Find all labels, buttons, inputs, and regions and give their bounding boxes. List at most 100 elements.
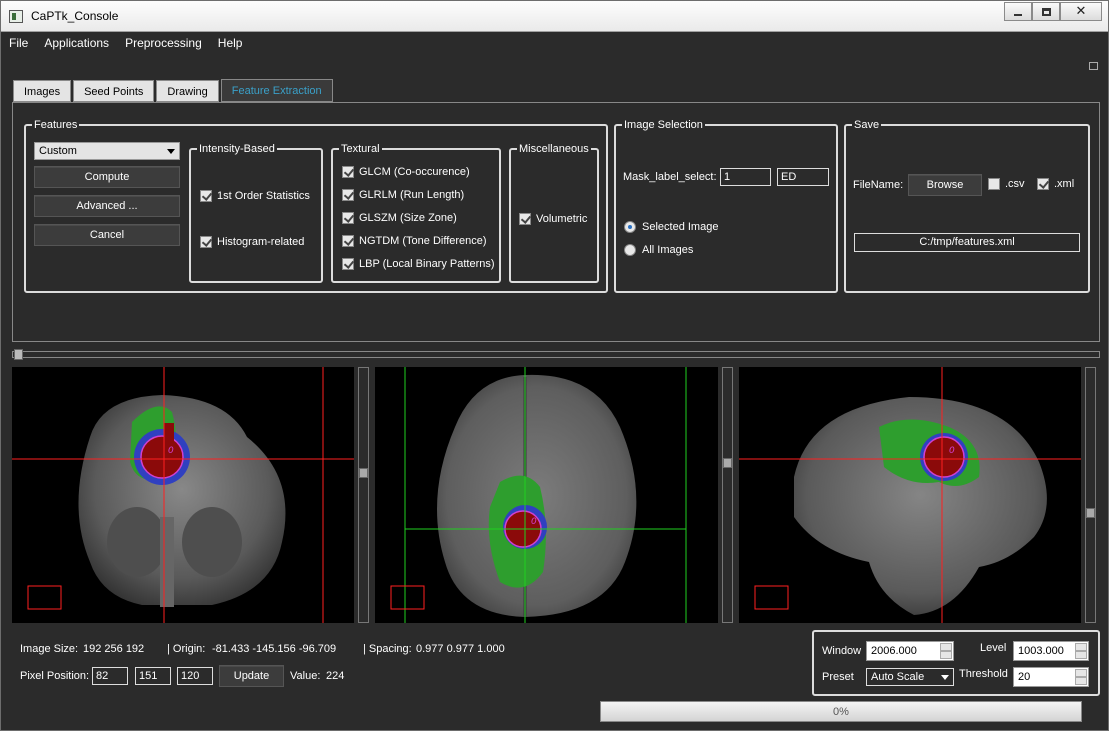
save-path-field[interactable]: C:/tmp/features.xml xyxy=(854,233,1080,252)
first-order-checkbox[interactable]: 1st Order Statistics xyxy=(200,190,310,202)
radio-label: All Images xyxy=(642,244,694,256)
lbp-checkbox[interactable]: LBP (Local Binary Patterns) xyxy=(342,258,495,270)
glrlm-checkbox[interactable]: GLRLM (Run Length) xyxy=(342,189,464,201)
minimize-icon xyxy=(1014,13,1022,16)
advanced-button[interactable]: Advanced ... xyxy=(34,195,180,217)
feature-extraction-panel: Features Custom Compute Advanced ... Can… xyxy=(12,102,1100,342)
undock-icon[interactable] xyxy=(1089,62,1098,70)
axial-viewer[interactable]: 0 xyxy=(375,367,718,623)
checkbox-label: .xml xyxy=(1054,178,1075,190)
window-spinbox[interactable]: 2006.000 xyxy=(866,641,954,661)
checkbox-icon xyxy=(342,258,354,270)
update-button[interactable]: Update xyxy=(219,665,284,687)
checkbox-label: .csv xyxy=(1005,178,1025,190)
slice-slider-handle[interactable] xyxy=(14,349,23,360)
compute-button[interactable]: Compute xyxy=(34,166,180,188)
textural-group-title: Textural xyxy=(339,142,382,156)
coronal-image: 0 xyxy=(12,367,354,623)
mask-value-field[interactable]: 1 xyxy=(720,168,771,186)
glszm-checkbox[interactable]: GLSZM (Size Zone) xyxy=(342,212,457,224)
app-window: CaPTk_Console ✕ File Applications Prepro… xyxy=(0,0,1109,731)
maximize-button[interactable] xyxy=(1032,2,1060,21)
selected-image-radio[interactable]: Selected Image xyxy=(624,221,718,233)
checkbox-label: GLSZM (Size Zone) xyxy=(359,212,457,224)
value-label: Value: xyxy=(290,670,321,682)
ngtdm-checkbox[interactable]: NGTDM (Tone Difference) xyxy=(342,235,487,247)
spin-up-icon[interactable] xyxy=(1075,643,1087,651)
mask-label: Mask_label_select: xyxy=(623,171,717,183)
pixel-x-field[interactable]: 82 xyxy=(92,667,128,685)
menu-help[interactable]: Help xyxy=(210,32,251,54)
maximize-icon xyxy=(1041,7,1051,16)
close-button[interactable]: ✕ xyxy=(1060,2,1102,21)
xml-checkbox[interactable]: .xml xyxy=(1037,178,1074,190)
scroll-handle[interactable] xyxy=(359,468,368,478)
browse-button[interactable]: Browse xyxy=(908,174,982,196)
intensity-group: Intensity-Based 1st Order Statistics His… xyxy=(189,142,323,283)
svg-text:0: 0 xyxy=(531,517,537,527)
preset-label: Preset xyxy=(822,671,854,683)
value-value: 224 xyxy=(326,670,345,682)
threshold-label: Threshold xyxy=(959,668,1008,680)
threshold-spinbox[interactable]: 20 xyxy=(1013,667,1089,687)
textural-group: Textural GLCM (Co-occurence) GLRLM (Run … xyxy=(331,142,501,283)
misc-group-title: Miscellaneous xyxy=(517,142,591,156)
scroll-handle[interactable] xyxy=(1086,508,1095,518)
level-spinbox[interactable]: 1003.000 xyxy=(1013,641,1089,661)
menu-applications[interactable]: Applications xyxy=(36,32,117,54)
mask-name-field[interactable]: ED xyxy=(777,168,829,186)
sagittal-scrollbar[interactable] xyxy=(1085,367,1096,623)
pixel-position-label: Pixel Position: xyxy=(20,670,90,682)
checkbox-label: 1st Order Statistics xyxy=(217,190,310,202)
level-value: 1003.000 xyxy=(1018,645,1064,657)
csv-checkbox[interactable]: .csv xyxy=(988,178,1025,190)
slice-slider-track[interactable] xyxy=(12,351,1100,358)
histogram-checkbox[interactable]: Histogram-related xyxy=(200,236,304,248)
checkbox-label: LBP (Local Binary Patterns) xyxy=(359,258,495,270)
spin-down-icon[interactable] xyxy=(1075,677,1087,685)
cancel-button[interactable]: Cancel xyxy=(34,224,180,246)
menu-file[interactable]: File xyxy=(1,32,36,54)
tab-images[interactable]: Images xyxy=(13,80,72,102)
sagittal-image: 0 xyxy=(739,367,1081,623)
spin-down-icon[interactable] xyxy=(1075,651,1087,659)
chevron-down-icon xyxy=(941,675,949,680)
origin-value: -81.433 -145.156 -96.709 xyxy=(212,643,337,655)
radio-icon xyxy=(624,244,636,256)
tab-drawing[interactable]: Drawing xyxy=(156,80,219,102)
tab-bar: Images Seed Points Drawing Feature Extra… xyxy=(13,79,335,102)
coronal-viewer[interactable]: 0 xyxy=(12,367,354,623)
window-level-panel: Window 2006.000 Level 1003.000 Preset Au… xyxy=(812,630,1100,696)
feature-preset-value: Custom xyxy=(39,145,77,157)
spin-up-icon[interactable] xyxy=(940,643,952,651)
menu-preprocessing[interactable]: Preprocessing xyxy=(117,32,210,54)
close-icon: ✕ xyxy=(1075,4,1087,19)
spin-down-icon[interactable] xyxy=(940,651,952,659)
threshold-value: 20 xyxy=(1018,671,1031,683)
tab-seed-points[interactable]: Seed Points xyxy=(73,80,155,102)
sagittal-viewer[interactable]: 0 xyxy=(739,367,1081,623)
pixel-z-field[interactable]: 120 xyxy=(177,667,213,685)
feature-preset-select[interactable]: Custom xyxy=(34,142,180,160)
checkbox-label: GLRLM (Run Length) xyxy=(359,189,465,201)
minimize-button[interactable] xyxy=(1004,2,1032,21)
spin-up-icon[interactable] xyxy=(1075,669,1087,677)
pixel-y-field[interactable]: 151 xyxy=(135,667,171,685)
axial-image: 0 xyxy=(390,367,687,623)
all-images-radio[interactable]: All Images xyxy=(624,244,693,256)
volumetric-checkbox[interactable]: Volumetric xyxy=(519,213,587,225)
coronal-scrollbar[interactable] xyxy=(358,367,369,623)
preset-select[interactable]: Auto Scale xyxy=(866,668,954,686)
checkbox-icon xyxy=(342,212,354,224)
checkbox-label: NGTDM (Tone Difference) xyxy=(359,235,487,247)
level-label: Level xyxy=(980,642,1007,654)
tab-feature-extraction[interactable]: Feature Extraction xyxy=(220,79,333,102)
menu-bar: File Applications Preprocessing Help xyxy=(1,32,1108,54)
glcm-checkbox[interactable]: GLCM (Co-occurence) xyxy=(342,166,470,178)
checkbox-icon xyxy=(342,189,354,201)
scroll-handle[interactable] xyxy=(723,458,732,468)
axial-scrollbar[interactable] xyxy=(722,367,733,623)
radio-icon xyxy=(624,221,636,233)
checkbox-label: Histogram-related xyxy=(217,236,305,248)
title-bar[interactable]: CaPTk_Console ✕ xyxy=(1,1,1108,32)
